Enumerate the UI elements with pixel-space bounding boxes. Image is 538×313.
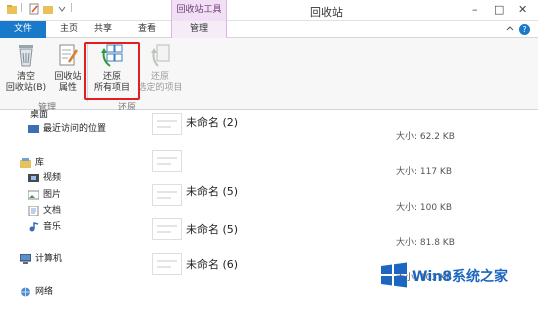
file-thumbnail-icon: [152, 218, 182, 240]
file-thumbnail-icon: [152, 113, 182, 135]
help-icon[interactable]: ?: [519, 24, 530, 35]
nav-item-label: 网络: [35, 287, 54, 297]
window-title: 回收站: [310, 6, 343, 19]
ribbon-collapse-icon[interactable]: [505, 24, 515, 34]
nav-item-label: 视频: [43, 173, 62, 183]
restore-selected-button[interactable]: 还原 选定的项目: [136, 42, 184, 98]
watermark-text: Win8系统之家: [412, 269, 508, 285]
file-size: 大小: 117 KB: [396, 167, 453, 177]
customize-chevron-icon[interactable]: [56, 3, 68, 15]
computer-icon: [19, 253, 32, 264]
separator-icon: |: [70, 3, 74, 13]
nav-item-music[interactable]: 音乐: [28, 220, 61, 234]
file-size: 大小: 100 KB: [396, 203, 453, 213]
title-bar: | | 回收站工具 回收站 – □ ✕: [0, 0, 538, 21]
context-tab-group-label: 回收站工具: [171, 0, 227, 21]
empty-recycle-bin-button[interactable]: 清空 回收站(B): [4, 42, 48, 98]
file-size: 大小: 62.2 KB: [396, 132, 455, 142]
restore-selected-label: 还原 选定的项目: [137, 72, 183, 93]
nav-item-videos[interactable]: 视频: [28, 171, 61, 185]
minimize-button[interactable]: –: [472, 3, 478, 16]
tab-manage[interactable]: 管理: [171, 21, 227, 38]
tab-file[interactable]: 文件: [0, 21, 46, 38]
pictures-icon: [27, 190, 40, 200]
nav-item-libraries[interactable]: 库: [20, 156, 44, 170]
nav-item-desktop[interactable]: 桌面: [30, 108, 48, 122]
nav-item-label: 图片: [43, 190, 62, 200]
restore-selected-icon: [148, 42, 172, 68]
separator-icon: |: [20, 3, 24, 13]
nav-item-label: 音乐: [43, 222, 62, 232]
recycle-bin-empty-icon: [14, 42, 38, 68]
ribbon-panel: 清空 回收站(B) 回收站 属性 管理 还原 所有项目 还原 选定的项目 还原: [0, 38, 538, 113]
navigation-pane: 桌面 最近访问的位置 库 视频 图片 文档 音乐 计算机 网络: [0, 110, 140, 313]
video-icon: [28, 173, 39, 183]
tab-home[interactable]: 主页: [54, 21, 84, 38]
nav-item-label: 桌面: [30, 110, 49, 120]
properties-icon[interactable]: [28, 3, 40, 15]
tab-share[interactable]: 共享: [88, 21, 118, 38]
file-size: 大小: 81.8 KB: [396, 238, 455, 248]
watermark: Win8系统之家: [380, 258, 538, 298]
documents-icon: [28, 205, 39, 216]
file-name: 未命名 (2): [186, 116, 239, 129]
library-icon: [20, 157, 31, 168]
restore-all-highlight: [84, 42, 140, 100]
properties-icon: [56, 42, 80, 68]
music-icon: [28, 221, 39, 232]
new-folder-icon[interactable]: [42, 3, 54, 15]
nav-item-documents[interactable]: 文档: [28, 204, 61, 218]
close-button[interactable]: ✕: [518, 3, 527, 16]
nav-item-computer[interactable]: 计算机: [19, 252, 63, 266]
file-thumbnail-icon: [152, 253, 182, 275]
nav-item-pictures[interactable]: 图片: [27, 188, 62, 202]
empty-recycle-bin-label: 清空 回收站(B): [5, 72, 47, 93]
file-thumbnail-icon: [152, 184, 182, 206]
file-name: 未命名 (5): [186, 223, 239, 236]
file-name: 未命名 (6): [186, 258, 239, 271]
nav-item-label: 文档: [43, 206, 62, 216]
nav-item-label: 最近访问的位置: [43, 124, 107, 134]
windows-logo-icon: [380, 262, 408, 288]
nav-item-label: 库: [35, 158, 45, 168]
ribbon-tabs: 文件 主页 共享 查看 管理 ?: [0, 21, 538, 38]
nav-item-recent[interactable]: 最近访问的位置: [28, 122, 106, 136]
maximize-button[interactable]: □: [494, 3, 504, 16]
recent-places-icon: [28, 124, 39, 134]
network-icon: [20, 287, 31, 297]
nav-item-label: 计算机: [35, 254, 63, 264]
file-thumbnail-icon: [152, 150, 182, 172]
file-name: 未命名 (5): [186, 185, 239, 198]
recycle-bin-properties-label: 回收站 属性: [54, 72, 82, 93]
tab-view[interactable]: 查看: [132, 21, 162, 38]
folder-icon[interactable]: [6, 3, 18, 15]
nav-item-network[interactable]: 网络: [20, 285, 53, 299]
